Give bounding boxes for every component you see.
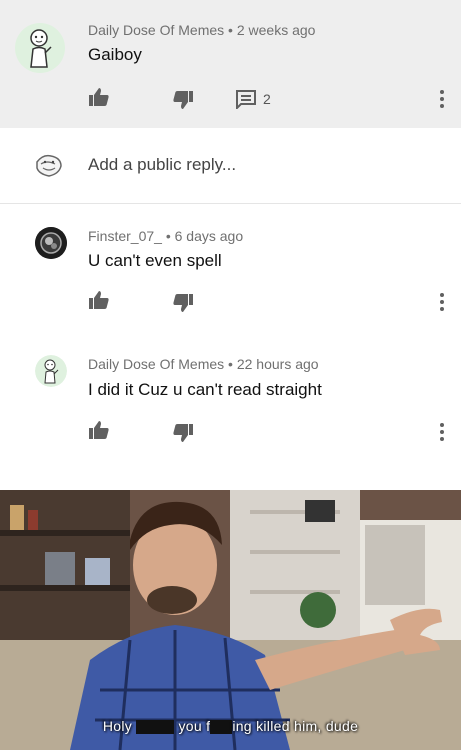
meme-avatar-icon [35, 355, 67, 387]
user-avatar-icon [33, 150, 65, 182]
comment-item: Daily Dose Of Memes • 22 hours ago I did… [0, 335, 461, 485]
thumbs-down-icon [173, 91, 193, 109]
comment-item: Daily Dose Of Memes • 2 weeks ago Gaiboy [0, 0, 461, 128]
meme-avatar-icon [15, 23, 65, 73]
avatar[interactable] [15, 23, 65, 73]
comment-author[interactable]: Finster_07_ [88, 228, 162, 244]
more-options-button[interactable] [439, 422, 445, 442]
comment-time[interactable]: 6 days ago [175, 228, 244, 244]
comment-author[interactable]: Daily Dose Of Memes [88, 356, 224, 372]
meta-separator: • [161, 228, 175, 244]
comment-item: Finster_07_ • 6 days ago U can't even sp… [0, 205, 461, 330]
dark-avatar-icon [35, 227, 67, 259]
more-vert-icon [440, 423, 444, 441]
caption-part: ing killed him, dude [232, 718, 359, 734]
caption-part: Holy [102, 718, 133, 734]
comment-thread: Daily Dose Of Memes • 2 weeks ago Gaiboy [0, 0, 461, 490]
more-options-button[interactable] [439, 292, 445, 312]
reply-button[interactable] [235, 89, 257, 111]
comment-text: I did it Cuz u can't read straight [88, 380, 322, 399]
comment-author[interactable]: Daily Dose Of Memes [88, 22, 224, 38]
more-vert-icon [440, 90, 444, 108]
user-avatar [33, 150, 65, 182]
meme-image: Holy you f ing killed him, dude [0, 490, 461, 750]
like-button[interactable] [88, 290, 110, 310]
dislike-button[interactable] [172, 423, 194, 443]
comment-meta: Finster_07_ • 6 days ago [88, 228, 243, 244]
thumbs-up-icon [89, 421, 109, 439]
thumbs-down-icon [173, 294, 193, 312]
reply-input[interactable]: Add a public reply... [88, 155, 236, 175]
caption-part: you f [178, 718, 211, 734]
reply-input-row[interactable]: Add a public reply... [0, 128, 461, 204]
thumbs-up-icon [89, 291, 109, 309]
comment-meta: Daily Dose Of Memes • 22 hours ago [88, 356, 319, 372]
comment-meta: Daily Dose Of Memes • 2 weeks ago [88, 22, 315, 38]
censor-bar [210, 720, 233, 735]
comment-text: U can't even spell [88, 251, 222, 270]
censor-bar [136, 720, 175, 735]
like-button[interactable] [88, 420, 110, 440]
meta-separator: • [224, 22, 237, 38]
like-button[interactable] [88, 87, 110, 107]
dislike-button[interactable] [172, 90, 194, 110]
dislike-button[interactable] [172, 293, 194, 313]
comment-time[interactable]: 22 hours ago [237, 356, 319, 372]
meta-separator: • [224, 356, 237, 372]
avatar[interactable] [35, 355, 67, 387]
thumbs-up-icon [89, 88, 109, 106]
comment-time[interactable]: 2 weeks ago [237, 22, 316, 38]
more-options-button[interactable] [439, 89, 445, 109]
avatar[interactable] [35, 227, 67, 259]
meme-caption: Holy you f ing killed him, dude [0, 718, 461, 735]
comment-icon [236, 90, 256, 111]
more-vert-icon [440, 293, 444, 311]
reply-count: 2 [263, 91, 271, 107]
comment-text: Gaiboy [88, 45, 142, 64]
thumbs-down-icon [173, 424, 193, 442]
meme-scene-illustration [0, 490, 461, 750]
